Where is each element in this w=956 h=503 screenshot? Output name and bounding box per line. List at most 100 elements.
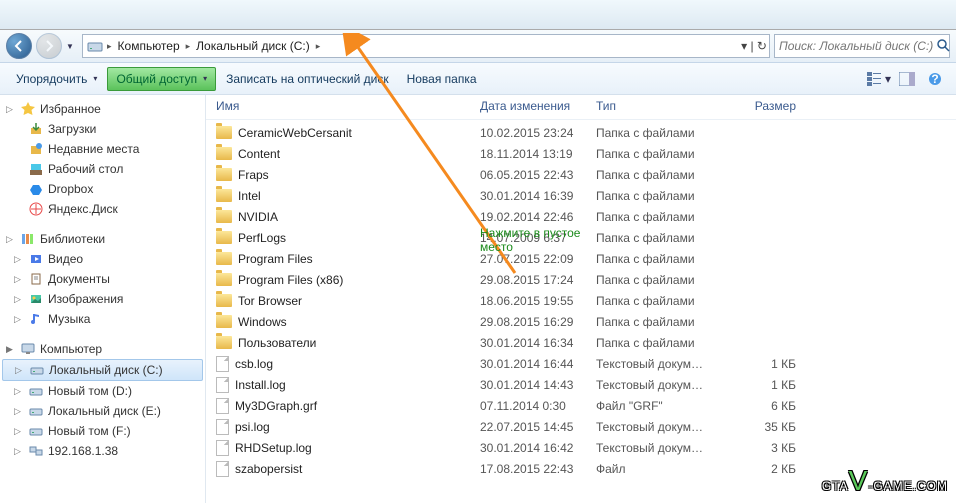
file-date: 30.01.2014 14:43: [480, 378, 596, 392]
file-row[interactable]: Program Files27.07.2015 22:09Папка с фай…: [206, 248, 956, 269]
sidebar-item[interactable]: ▷Локальный диск (E:): [0, 401, 205, 421]
column-type[interactable]: Тип: [596, 99, 716, 113]
preview-pane-button[interactable]: [894, 68, 920, 90]
breadcrumb-computer[interactable]: Компьютер: [114, 39, 184, 53]
search-input[interactable]: [779, 39, 936, 53]
file-row[interactable]: PerfLogs14.07.2009 6:37Папка с файлами: [206, 227, 956, 248]
library-icon: [20, 231, 36, 247]
sidebar-item[interactable]: ▷Локальный диск (C:): [2, 359, 203, 381]
file-type: Папка с файлами: [596, 336, 716, 350]
sidebar-item[interactable]: Dropbox: [0, 179, 205, 199]
file-row[interactable]: My3DGraph.grf07.11.2014 0:30Файл "GRF"6 …: [206, 395, 956, 416]
file-name: NVIDIA: [238, 210, 278, 224]
history-dropdown[interactable]: ▼: [66, 42, 78, 51]
address-bar[interactable]: ▸ Компьютер ▸ Локальный диск (C:) ▸ ▾ | …: [82, 34, 770, 58]
file-date: 18.11.2014 13:19: [480, 147, 596, 161]
file-size: 1 КБ: [716, 357, 796, 371]
sidebar-item[interactable]: ▷Новый том (F:): [0, 421, 205, 441]
sidebar-item-label: Изображения: [48, 292, 123, 306]
file-date: 30.01.2014 16:44: [480, 357, 596, 371]
file-size: 6 КБ: [716, 399, 796, 413]
file-row[interactable]: psi.log22.07.2015 14:45Текстовый докум…3…: [206, 416, 956, 437]
navigation-bar: ▼ ▸ Компьютер ▸ Локальный диск (C:) ▸ ▾ …: [0, 30, 956, 63]
folder-icon: [216, 294, 232, 307]
file-name: szabopersist: [235, 462, 302, 476]
column-name[interactable]: Имя: [216, 99, 480, 113]
expand-icon: ▷: [14, 274, 24, 285]
expand-icon: ▶: [6, 344, 16, 355]
file-row[interactable]: Intel30.01.2014 16:39Папка с файлами: [206, 185, 956, 206]
expand-icon: ▷: [14, 314, 24, 325]
sidebar-item-label: Яндекс.Диск: [48, 202, 118, 216]
file-row[interactable]: RHDSetup.log30.01.2014 16:42Текстовый до…: [206, 437, 956, 458]
file-type: Папка с файлами: [596, 168, 716, 182]
file-type: Текстовый докум…: [596, 357, 716, 371]
file-icon: [216, 419, 229, 435]
file-row[interactable]: Windows29.08.2015 16:29Папка с файлами: [206, 311, 956, 332]
sidebar-libraries-header[interactable]: ▷ Библиотеки: [0, 229, 205, 249]
sidebar-item[interactable]: Яндекс.Диск: [0, 199, 205, 219]
file-row[interactable]: Пользователи30.01.2014 16:34Папка с файл…: [206, 332, 956, 353]
sidebar-item[interactable]: ▷Новый том (D:): [0, 381, 205, 401]
column-headers: Имя Дата изменения Тип Размер: [206, 95, 956, 120]
file-row[interactable]: csb.log30.01.2014 16:44Текстовый докум…1…: [206, 353, 956, 374]
help-button[interactable]: ?: [922, 68, 948, 90]
sidebar-item[interactable]: ▷Документы: [0, 269, 205, 289]
search-box[interactable]: [774, 34, 950, 58]
file-name: RHDSetup.log: [235, 441, 312, 455]
window-titlebar: [0, 0, 956, 30]
sidebar-favorites-header[interactable]: ▷ Избранное: [0, 99, 205, 119]
new-folder-button[interactable]: Новая папка: [399, 68, 485, 90]
folder-icon: [216, 210, 232, 223]
breadcrumb-drive-c[interactable]: Локальный диск (C:): [192, 39, 314, 53]
file-row[interactable]: CeramicWebCersanit10.02.2015 23:24Папка …: [206, 122, 956, 143]
file-name: PerfLogs: [238, 231, 286, 245]
file-name: Install.log: [235, 378, 286, 392]
back-button[interactable]: [6, 33, 32, 59]
sidebar-computer-header[interactable]: ▶ Компьютер: [0, 339, 205, 359]
sidebar-item-label: Dropbox: [48, 182, 93, 196]
organize-button[interactable]: Упорядочить: [8, 68, 105, 90]
column-size[interactable]: Размер: [716, 99, 796, 113]
sidebar-item[interactable]: ▷Изображения: [0, 289, 205, 309]
file-date: 19.02.2014 22:46: [480, 210, 596, 224]
sidebar-item[interactable]: Недавние места: [0, 139, 205, 159]
collapse-icon: ▷: [6, 104, 16, 115]
item-icon: [28, 181, 44, 197]
file-row[interactable]: Fraps06.05.2015 22:43Папка с файлами: [206, 164, 956, 185]
file-name: Content: [238, 147, 280, 161]
sidebar-item[interactable]: ▷Музыка: [0, 309, 205, 329]
file-list-area[interactable]: Имя Дата изменения Тип Размер CeramicWeb…: [206, 95, 956, 503]
collapse-icon: ▷: [6, 234, 16, 245]
drive-icon: [28, 403, 44, 419]
sidebar-item[interactable]: ▷Видео: [0, 249, 205, 269]
expand-icon: ▷: [14, 406, 24, 417]
forward-button[interactable]: [36, 33, 62, 59]
file-row[interactable]: Content18.11.2014 13:19Папка с файлами: [206, 143, 956, 164]
sidebar-item[interactable]: ▷192.168.1.38: [0, 441, 205, 461]
sidebar-item-label: Локальный диск (C:): [49, 363, 163, 377]
file-date: 06.05.2015 22:43: [480, 168, 596, 182]
file-row[interactable]: Program Files (x86)29.08.2015 17:24Папка…: [206, 269, 956, 290]
burn-button[interactable]: Записать на оптический диск: [218, 68, 397, 90]
sidebar-item[interactable]: Загрузки: [0, 119, 205, 139]
address-dropdown[interactable]: ▾ | ↻: [741, 39, 767, 53]
share-button[interactable]: Общий доступ: [107, 67, 216, 91]
file-name: Program Files (x86): [238, 273, 343, 287]
sidebar-item[interactable]: Рабочий стол: [0, 159, 205, 179]
item-icon: [28, 161, 44, 177]
column-date[interactable]: Дата изменения: [480, 99, 596, 113]
file-date: 22.07.2015 14:45: [480, 420, 596, 434]
sidebar-item-label: Видео: [48, 252, 83, 266]
file-type: Файл: [596, 462, 716, 476]
folder-icon: [216, 168, 232, 181]
chevron-right-icon: ▸: [314, 41, 323, 52]
file-row[interactable]: NVIDIA19.02.2014 22:46Папка с файлами: [206, 206, 956, 227]
file-date: 29.08.2015 16:29: [480, 315, 596, 329]
sidebar-item-label: Новый том (D:): [48, 384, 132, 398]
file-row[interactable]: Install.log30.01.2014 14:43Текстовый док…: [206, 374, 956, 395]
navigation-pane: ▷ Избранное ЗагрузкиНедавние местаРабочи…: [0, 95, 206, 503]
file-row[interactable]: Tor Browser18.06.2015 19:55Папка с файла…: [206, 290, 956, 311]
annotation-text: Нажмите в пустое место: [480, 226, 580, 255]
view-options-button[interactable]: ▾: [866, 68, 892, 90]
